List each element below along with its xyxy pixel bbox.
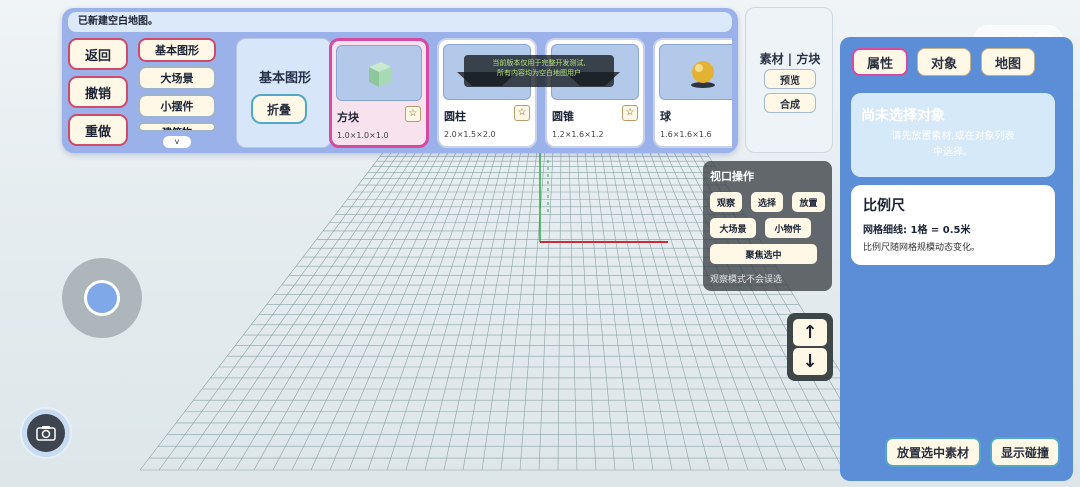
grid-line: [424, 149, 506, 471]
grid-line: [234, 149, 426, 471]
material-title: 素材 | 方块: [759, 52, 821, 66]
asset-card-sphere[interactable]: 球 1.6×1.6×1.6: [653, 38, 732, 148]
asset-name: 圆锥: [552, 110, 574, 123]
back-button[interactable]: 返回: [68, 38, 128, 70]
grid-line: [608, 149, 673, 471]
tooltip-line-1: 当前版本仅用于完整开发测试,: [492, 59, 586, 67]
tab-map[interactable]: 地图: [981, 48, 1035, 76]
observe-mode-button[interactable]: 观察: [710, 192, 742, 212]
grid-line: [139, 149, 386, 471]
asset-size: 2.0×1.5×2.0: [444, 130, 496, 139]
asset-name: 圆柱: [444, 110, 466, 123]
status-bar: 已新建空白地图。: [68, 12, 732, 32]
fold-button[interactable]: 折叠: [251, 94, 307, 124]
category-buildings[interactable]: 建筑物: [138, 122, 216, 132]
grid-line: [291, 149, 450, 471]
category-expand-button[interactable]: v: [163, 136, 191, 148]
category-list: 基本图形 大场景 小摆件 建筑物: [138, 38, 220, 150]
asset-name: 球: [660, 110, 671, 123]
grid-line: [215, 149, 418, 471]
no-selection-hint-line-1: 请先放置素材,或在对象列表: [891, 131, 1015, 142]
asset-size: 1.2×1.6×1.2: [552, 130, 604, 139]
select-mode-button[interactable]: 选择: [751, 192, 783, 212]
grid-line: [253, 149, 434, 471]
undo-button[interactable]: 撤销: [68, 76, 128, 108]
viewport-ops-note: 观察模式不会误选: [710, 275, 783, 285]
redo-button[interactable]: 重做: [68, 114, 128, 146]
grid-line: [158, 149, 394, 471]
category-title: 基本图形: [258, 71, 311, 86]
preview-button[interactable]: 预览: [764, 69, 816, 89]
compose-button[interactable]: 合成: [764, 93, 816, 113]
scale-card: 比例尺 网格细线: 1格 = 0.5米 比例尺随网格规模动态变化。: [851, 185, 1055, 265]
grid-line: [329, 149, 466, 471]
favorite-star-icon[interactable]: ☆: [405, 106, 421, 122]
dev-notice-tooltip: 当前版本仅用于完整开发测试, 所有内容均为空白地图用户: [464, 55, 614, 87]
grid-line: [500, 149, 538, 471]
show-collision-button[interactable]: 显示碰撞: [990, 437, 1060, 467]
grid-line: [600, 149, 654, 471]
sphere-icon: [659, 44, 732, 100]
category-large-scene[interactable]: 大场景: [138, 66, 216, 90]
height-arrows: ↑ ↓: [787, 313, 833, 381]
no-selection-title: 尚未选择对象: [861, 108, 945, 124]
grid-line: [584, 149, 616, 471]
grid-line: [405, 149, 498, 471]
asset-size: 1.0×1.0×1.0: [337, 131, 389, 140]
tab-properties[interactable]: 属性: [852, 48, 908, 76]
large-scene-button[interactable]: 大场景: [710, 218, 756, 238]
grid-line: [367, 149, 482, 471]
category-small-props[interactable]: 小摆件: [138, 94, 216, 118]
asset-size: 1.6×1.6×1.6: [660, 130, 712, 139]
material-panel: 素材 | 方块 预览 合成: [745, 7, 833, 153]
favorite-star-icon[interactable]: ☆: [622, 105, 638, 121]
grid-line: [576, 149, 597, 471]
grid-line: [557, 149, 562, 471]
scale-title: 比例尺: [863, 198, 905, 214]
focus-selected-button[interactable]: 聚焦选中: [710, 244, 817, 264]
no-selection-card: 尚未选择对象 请先放置素材,或在对象列表 中选择。: [851, 93, 1055, 177]
grid-line: [462, 149, 522, 471]
asset-card-cube[interactable]: 方块 ☆ 1.0×1.0×1.0: [329, 38, 429, 148]
viewport-ops-panel: 视口操作 观察 选择 放置 大场景 小物件 聚焦选中 观察模式不会误选: [703, 161, 832, 291]
category-header: 基本图形 折叠: [236, 38, 332, 148]
grid-line: [481, 149, 530, 471]
grid-line: [624, 149, 711, 471]
grid-line: [310, 149, 458, 471]
asset-panel: 已新建空白地图。 返回 撤销 重做 基本图形 大场景 小摆件 建筑物 v 基本图…: [62, 8, 738, 153]
grid-line: [272, 149, 442, 471]
tab-objects[interactable]: 对象: [917, 48, 971, 76]
scale-note: 比例尺随网格规模动态变化。: [863, 243, 981, 253]
viewport-ops-title: 视口操作: [710, 170, 754, 183]
camera-button[interactable]: [20, 407, 72, 459]
history-buttons: 返回 撤销 重做: [68, 38, 132, 152]
no-selection-hint-line-2: 中选择。: [933, 147, 973, 158]
arrow-up-icon[interactable]: ↑: [793, 319, 827, 346]
move-joystick[interactable]: [62, 258, 142, 338]
scale-value: 网格细线: 1格 = 0.5米: [863, 225, 971, 236]
grid-line: [568, 149, 578, 471]
place-selected-button[interactable]: 放置选中素材: [885, 437, 981, 467]
properties-panel: 属性 对象 地图 尚未选择对象 请先放置素材,或在对象列表 中选择。 比例尺 网…: [840, 37, 1073, 481]
category-basic-shapes[interactable]: 基本图形: [138, 38, 216, 62]
favorite-star-icon[interactable]: ☆: [514, 105, 530, 121]
cube-icon: [336, 45, 422, 101]
no-selection-hint: 请先放置素材,或在对象列表 中选择。: [861, 129, 1045, 161]
camera-icon: [27, 414, 65, 452]
grid-line: [386, 149, 490, 471]
arrow-down-icon[interactable]: ↓: [793, 348, 827, 375]
small-object-button[interactable]: 小物件: [765, 218, 811, 238]
place-mode-button[interactable]: 放置: [792, 192, 825, 212]
joystick-knob[interactable]: [84, 280, 120, 316]
tooltip-line-2: 所有内容均为空白地图用户: [497, 69, 581, 77]
asset-name: 方块: [337, 111, 359, 124]
grid-line: [196, 149, 410, 471]
